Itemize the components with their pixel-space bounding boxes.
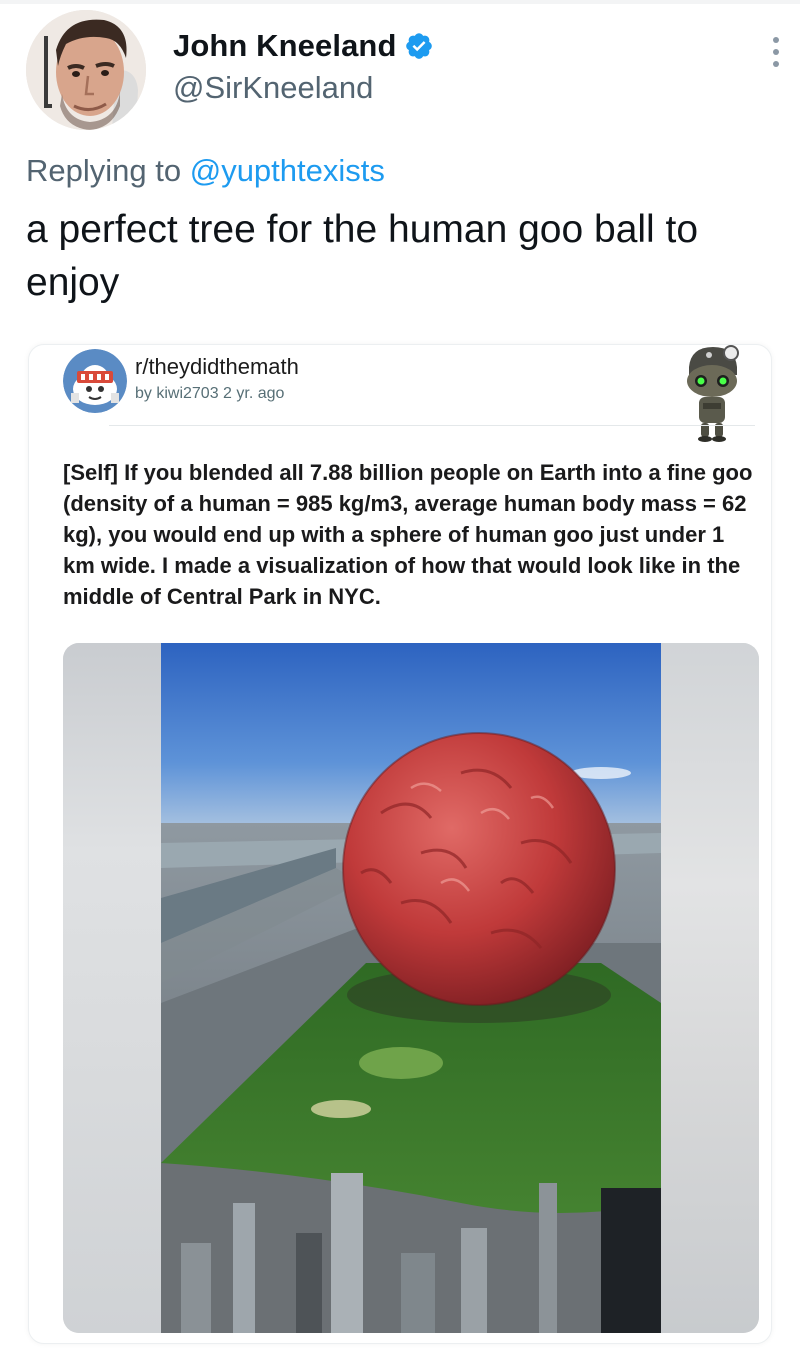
embedded-reddit-post[interactable]: r/theydidthemath by kiwi2703 2 yr. ago [… xyxy=(28,344,772,1344)
author-display-name[interactable]: John Kneeland xyxy=(173,28,397,64)
author-avatar[interactable] xyxy=(26,10,146,130)
more-vertical-icon[interactable] xyxy=(768,32,784,72)
author-handle[interactable]: @SirKneeland xyxy=(173,70,373,106)
subreddit-icon[interactable] xyxy=(63,349,127,413)
replying-to-label: Replying to xyxy=(26,153,190,188)
card-divider xyxy=(109,425,755,426)
top-divider xyxy=(0,0,800,4)
replying-to-line: Replying to @yupthtexists xyxy=(26,153,385,189)
snoo-avatar-icon[interactable] xyxy=(681,345,743,443)
media-blur-right xyxy=(661,643,759,1333)
replying-to-handle-link[interactable]: @yupthtexists xyxy=(190,153,385,188)
post-media[interactable] xyxy=(63,643,759,1333)
subreddit-name[interactable]: r/theydidthemath xyxy=(135,354,299,380)
verified-badge-icon xyxy=(404,31,434,61)
post-meta: by kiwi2703 2 yr. ago xyxy=(135,385,285,402)
tweet-header: John Kneeland @SirKneeland xyxy=(24,8,784,132)
goo-ball-central-park-image[interactable] xyxy=(161,643,661,1333)
media-blur-left xyxy=(63,643,161,1333)
tweet-text: a perfect tree for the human goo ball to… xyxy=(26,208,699,304)
post-body-text: [Self] If you blended all 7.88 billion p… xyxy=(63,460,753,609)
author-name-line: John Kneeland xyxy=(173,28,434,64)
